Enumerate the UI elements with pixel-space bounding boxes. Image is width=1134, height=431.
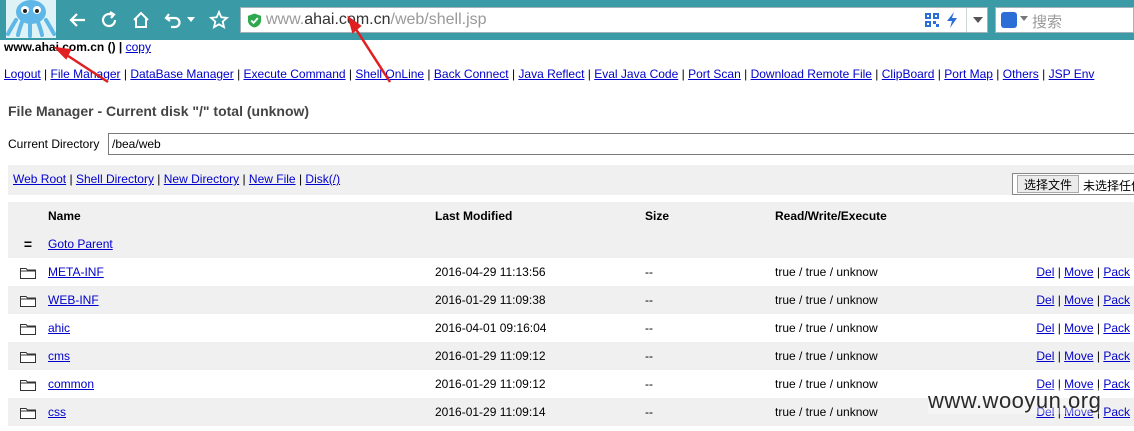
arrow-to-url bbox=[347, 15, 392, 83]
arrow-to-host bbox=[53, 46, 109, 84]
annotation-arrows bbox=[53, 15, 392, 84]
